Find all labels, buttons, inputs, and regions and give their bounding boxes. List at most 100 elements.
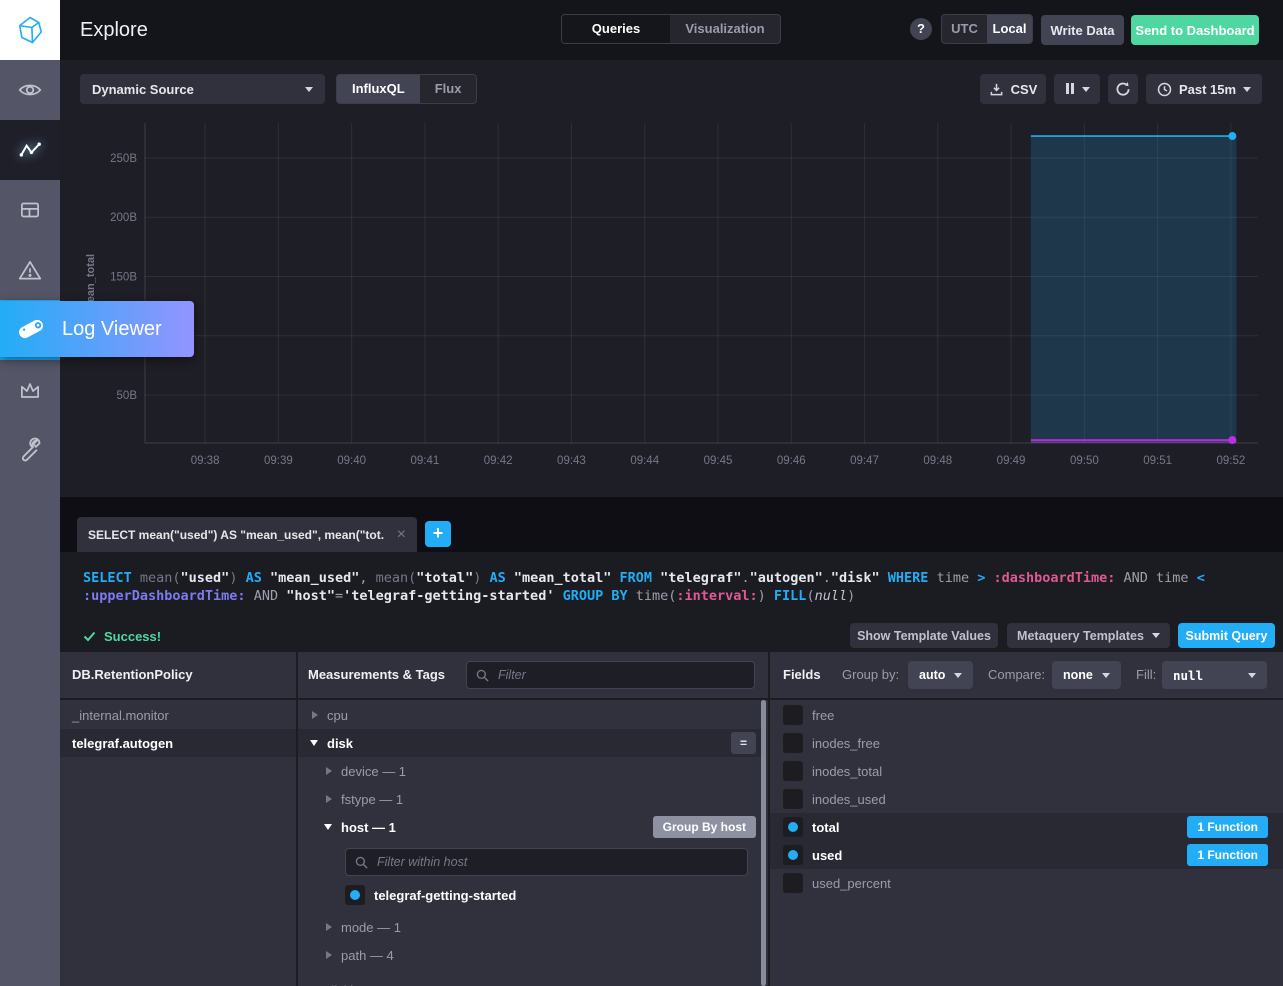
function-badge[interactable]: 1 Function bbox=[1187, 844, 1268, 866]
field-row-used-percent[interactable]: used_percent bbox=[770, 869, 1283, 897]
submit-query-button[interactable]: Submit Query bbox=[1178, 623, 1275, 648]
tag-value-checkbox-checked[interactable] bbox=[345, 885, 365, 905]
measurement-options-button[interactable]: = bbox=[731, 732, 756, 754]
measurements-scrollbar[interactable] bbox=[761, 700, 766, 986]
sidebar-item-hosts[interactable] bbox=[0, 60, 60, 120]
field-row-inodes-free[interactable]: inodes_free bbox=[770, 729, 1283, 757]
db-item[interactable]: _internal.monitor bbox=[60, 701, 296, 729]
group-by-dropdown[interactable]: auto bbox=[908, 661, 973, 689]
metaquery-templates-dropdown[interactable]: Metaquery Templates bbox=[1007, 623, 1170, 648]
field-row-inodes-used[interactable]: inodes_used bbox=[770, 785, 1283, 813]
field-checkbox-checked[interactable] bbox=[783, 817, 803, 837]
svg-text:09:41: 09:41 bbox=[411, 455, 440, 467]
view-tabs: Queries Visualization bbox=[561, 14, 781, 44]
sidebar-item-configuration[interactable] bbox=[0, 420, 60, 480]
sidebar-item-alerting[interactable] bbox=[0, 240, 60, 300]
log-viewer-flyout[interactable]: Log Viewer bbox=[0, 301, 194, 357]
chevron-down-icon bbox=[324, 824, 332, 830]
help-button[interactable]: ? bbox=[910, 18, 932, 40]
sidebar-item-data-explorer[interactable] bbox=[0, 120, 60, 180]
download-csv-button[interactable]: CSV bbox=[980, 74, 1046, 104]
chronograf-logo-icon bbox=[15, 15, 45, 45]
query-tab[interactable]: SELECT mean("used") AS "mean_used", mean… bbox=[77, 517, 417, 552]
measurement-row-disk[interactable]: disk = bbox=[298, 729, 766, 757]
close-icon[interactable]: × bbox=[397, 527, 406, 543]
measurement-filter-input[interactable] bbox=[496, 667, 745, 683]
chronograf-logo[interactable] bbox=[0, 0, 60, 60]
field-checkbox-checked[interactable] bbox=[783, 845, 803, 865]
crown-icon bbox=[17, 377, 43, 403]
chevron-down-icon bbox=[1152, 633, 1160, 638]
timezone-local[interactable]: Local bbox=[987, 15, 1032, 43]
tag-row-device[interactable]: device — 1 bbox=[298, 757, 766, 785]
measurement-filter[interactable] bbox=[466, 661, 755, 689]
tag-label: fstype — 1 bbox=[341, 792, 403, 807]
field-checkbox[interactable] bbox=[783, 873, 803, 893]
language-influxql[interactable]: InfluxQL bbox=[337, 75, 420, 103]
field-checkbox[interactable] bbox=[783, 705, 803, 725]
field-row-total[interactable]: total 1 Function bbox=[770, 813, 1283, 841]
fill-value: null bbox=[1173, 668, 1203, 683]
tag-row-fstype[interactable]: fstype — 1 bbox=[298, 785, 766, 813]
chevron-down-icon bbox=[954, 673, 962, 678]
tab-queries[interactable]: Queries bbox=[562, 15, 670, 43]
write-data-button[interactable]: Write Data bbox=[1041, 15, 1124, 45]
measurement-row-partial[interactable]: diskio bbox=[298, 976, 766, 986]
send-to-dashboard-button[interactable]: Send to Dashboard bbox=[1131, 15, 1259, 45]
tag-value-filter-input[interactable] bbox=[375, 854, 738, 870]
sidebar-item-dashboards[interactable] bbox=[0, 180, 60, 240]
pause-icon bbox=[1065, 82, 1075, 97]
compare-value: none bbox=[1063, 668, 1093, 682]
field-checkbox[interactable] bbox=[783, 733, 803, 753]
measurement-row-cpu[interactable]: cpu bbox=[298, 701, 766, 729]
tag-value-label: telegraf-getting-started bbox=[374, 888, 516, 903]
tab-visualization[interactable]: Visualization bbox=[670, 15, 780, 43]
sidebar-item-admin[interactable] bbox=[0, 360, 60, 420]
tag-row-path[interactable]: path — 4 bbox=[298, 941, 766, 969]
timeseries-chart[interactable]: 50B100B150B200B250B09:3809:3909:4009:410… bbox=[60, 115, 1283, 485]
field-checkbox[interactable] bbox=[783, 789, 803, 809]
pause-dropdown[interactable] bbox=[1054, 74, 1100, 104]
query-editor[interactable]: SELECT mean("used") AS "mean_used", mean… bbox=[60, 552, 1283, 652]
refresh-icon bbox=[1115, 81, 1131, 97]
field-label: used_percent bbox=[812, 876, 891, 891]
field-checkbox[interactable] bbox=[783, 761, 803, 781]
query-text[interactable]: SELECT mean("used") AS "mean_used", mean… bbox=[83, 569, 1205, 605]
compare-dropdown[interactable]: none bbox=[1052, 661, 1121, 689]
tag-value-row[interactable]: telegraf-getting-started bbox=[298, 881, 766, 909]
svg-text:09:43: 09:43 bbox=[557, 455, 586, 467]
function-badge[interactable]: 1 Function bbox=[1187, 816, 1268, 838]
timezone-utc[interactable]: UTC bbox=[942, 15, 987, 43]
group-by-value: auto bbox=[919, 668, 945, 682]
tag-value-filter[interactable] bbox=[345, 848, 748, 876]
refresh-button[interactable] bbox=[1108, 74, 1138, 104]
time-range-dropdown[interactable]: Past 15m bbox=[1146, 74, 1262, 104]
add-query-button[interactable]: + bbox=[425, 521, 451, 547]
tag-row-mode[interactable]: mode — 1 bbox=[298, 913, 766, 941]
field-row-free[interactable]: free bbox=[770, 701, 1283, 729]
language-flux[interactable]: Flux bbox=[420, 75, 477, 103]
fill-label: Fill: bbox=[1136, 652, 1156, 698]
tag-row-host[interactable]: host — 1 Group By host bbox=[298, 813, 766, 841]
svg-text:09:47: 09:47 bbox=[850, 455, 879, 467]
measurement-label: cpu bbox=[327, 708, 348, 723]
svg-text:09:52: 09:52 bbox=[1216, 455, 1245, 467]
db-item-label: _internal.monitor bbox=[72, 708, 169, 723]
field-row-used[interactable]: used 1 Function bbox=[770, 841, 1283, 869]
chevron-right-icon bbox=[326, 795, 332, 803]
db-item-label: telegraf.autogen bbox=[72, 736, 173, 751]
builder-header: DB.RetentionPolicy Measurements & Tags F… bbox=[60, 652, 1283, 700]
wrench-icon bbox=[17, 437, 43, 463]
source-dropdown[interactable]: Dynamic Source bbox=[80, 74, 325, 104]
field-row-inodes-total[interactable]: inodes_total bbox=[770, 757, 1283, 785]
fill-dropdown[interactable]: null bbox=[1162, 661, 1267, 689]
db-item-selected[interactable]: telegraf.autogen bbox=[60, 729, 296, 757]
field-label: free bbox=[812, 708, 834, 723]
show-template-values-button[interactable]: Show Template Values bbox=[850, 623, 998, 648]
tag-label: host — 1 bbox=[341, 820, 396, 835]
graph-panel: Dynamic Source InfluxQL Flux CSV Past 15… bbox=[60, 60, 1283, 497]
group-by-host-button[interactable]: Group By host bbox=[653, 816, 756, 838]
graph-pulse-icon bbox=[17, 137, 44, 164]
eye-icon bbox=[17, 77, 43, 103]
chevron-down-icon bbox=[1243, 87, 1251, 92]
